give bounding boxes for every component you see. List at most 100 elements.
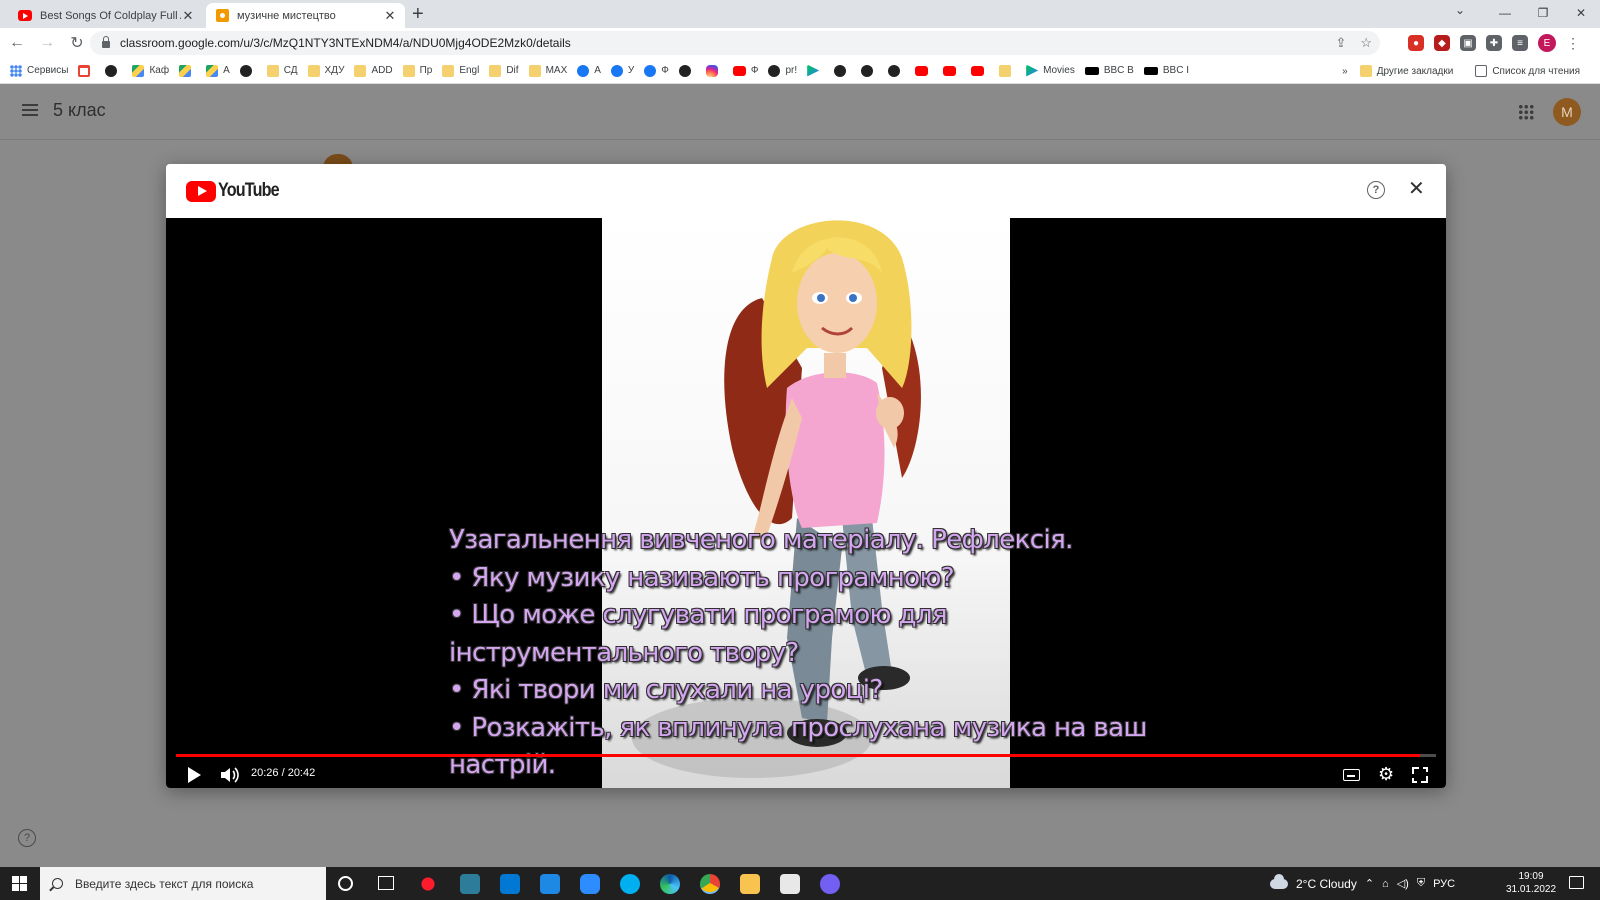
weather-text[interactable]: 2°C Cloudy xyxy=(1296,877,1357,891)
reading-list[interactable]: Список для чтения xyxy=(1475,65,1580,77)
tab-close-icon[interactable]: ✕ xyxy=(181,8,195,24)
tray-expand-icon[interactable]: ⌃ xyxy=(1365,877,1374,890)
bookmark-item[interactable]: Каф xyxy=(132,64,169,77)
volume-icon[interactable] xyxy=(220,766,240,784)
google-apps-icon[interactable] xyxy=(1518,104,1534,120)
app-icon[interactable] xyxy=(780,874,800,894)
bookmark-item[interactable]: Сервисы xyxy=(10,64,68,77)
language-indicator[interactable]: РУС xyxy=(1433,878,1455,890)
media-control-icon[interactable]: ≡ xyxy=(1512,35,1528,51)
windows-start-icon[interactable] xyxy=(12,876,27,891)
play-button[interactable] xyxy=(188,767,201,783)
notification-icon[interactable] xyxy=(1569,876,1584,889)
app-icon[interactable] xyxy=(540,874,560,894)
bookmark-item[interactable]: MAX xyxy=(528,64,567,77)
drive-icon xyxy=(132,64,145,77)
bookmark-label: СД xyxy=(283,65,298,76)
opera-icon[interactable] xyxy=(418,874,438,894)
tab-close-icon[interactable]: ✕ xyxy=(383,8,397,24)
browser-toolbar: ← → ↻ classroom.google.com/u/3/c/MzQ1NTY… xyxy=(0,28,1600,58)
forward-button[interactable]: → xyxy=(34,30,60,56)
bookmark-item[interactable]: СД xyxy=(266,64,298,77)
bookmark-item[interactable] xyxy=(971,65,989,76)
bookmark-item[interactable]: Ф xyxy=(732,65,758,76)
video-subtitle-text: Узагальнення вивченого матеріалу. Рефлек… xyxy=(449,522,1149,785)
bookmark-item[interactable]: Пр xyxy=(402,64,432,77)
other-bookmarks[interactable]: Другие закладки xyxy=(1359,65,1453,77)
adblock-extension-icon[interactable]: ● xyxy=(1408,35,1424,51)
bookmark-item[interactable] xyxy=(943,65,961,76)
edge-icon[interactable] xyxy=(660,874,680,894)
bookmark-item[interactable] xyxy=(78,64,95,77)
chrome-icon[interactable] xyxy=(700,874,720,894)
bookmark-item[interactable]: Dif xyxy=(489,64,519,77)
zoom-icon[interactable] xyxy=(580,874,600,894)
store-icon[interactable] xyxy=(460,874,480,894)
help-icon[interactable]: ? xyxy=(18,829,36,847)
main-menu-icon[interactable] xyxy=(22,104,38,116)
bookmark-star-icon[interactable]: ☆ xyxy=(1360,35,1372,51)
restore-button[interactable]: ❐ xyxy=(1524,0,1562,26)
fullscreen-icon[interactable] xyxy=(1412,767,1428,783)
bookmark-item[interactable] xyxy=(999,64,1016,77)
lock-icon[interactable] xyxy=(102,36,110,48)
class-title[interactable]: 5 клас xyxy=(53,100,106,121)
bookmark-item[interactable] xyxy=(678,64,696,77)
taskbar-clock[interactable]: 19:09 31.01.2022 xyxy=(1500,870,1562,896)
bookmark-item[interactable]: pr! xyxy=(768,64,797,77)
share-icon[interactable]: ⇪ xyxy=(1335,35,1346,51)
bookmark-item[interactable]: Ф xyxy=(644,64,669,77)
bookmark-item[interactable] xyxy=(705,64,723,77)
tab-classroom[interactable]: музичне мистецтво ✕ xyxy=(206,3,405,28)
subtitles-icon[interactable] xyxy=(1343,769,1360,781)
account-avatar[interactable]: M xyxy=(1553,98,1581,126)
viber-icon[interactable] xyxy=(820,874,840,894)
close-window-button[interactable]: ✕ xyxy=(1562,0,1600,26)
bookmark-item[interactable]: A xyxy=(206,64,230,77)
settings-gear-icon[interactable]: ⚙ xyxy=(1378,764,1394,785)
bookmark-item[interactable] xyxy=(861,64,878,77)
bookmark-item[interactable]: У xyxy=(610,64,634,77)
video-progress-bar[interactable] xyxy=(176,754,1436,757)
help-icon[interactable]: ? xyxy=(1367,181,1385,199)
bookmark-item[interactable]: Movies xyxy=(1026,64,1075,77)
bookmark-item[interactable]: ADD xyxy=(354,64,393,77)
bookmark-item[interactable]: BBC B xyxy=(1084,65,1134,76)
bookmark-item[interactable] xyxy=(807,64,824,77)
new-tab-button[interactable]: + xyxy=(412,2,424,26)
volume-icon[interactable]: ◁) xyxy=(1397,877,1409,890)
task-view-icon[interactable] xyxy=(378,876,394,890)
bookmark-item[interactable] xyxy=(179,64,196,77)
address-bar[interactable]: classroom.google.com/u/3/c/MzQ1NTY3NTExN… xyxy=(90,31,1380,55)
tab-search-icon[interactable]: ⌄ xyxy=(1455,3,1465,17)
bookmark-item[interactable] xyxy=(834,64,851,77)
extension-icon[interactable]: ▣ xyxy=(1460,35,1476,51)
network-icon[interactable]: ⌂ xyxy=(1382,878,1389,890)
bookmark-item[interactable] xyxy=(239,64,257,77)
tab-coldplay[interactable]: Best Songs Of Coldplay Full Album ✕ xyxy=(8,3,203,28)
bookmarks-overflow-icon[interactable]: » xyxy=(1342,66,1348,77)
minimize-button[interactable]: — xyxy=(1486,0,1524,26)
back-button[interactable]: ← xyxy=(4,30,30,56)
shield-icon[interactable]: ⛨ xyxy=(1417,877,1425,890)
bookmark-item[interactable]: Engl xyxy=(442,64,479,77)
skype-icon[interactable] xyxy=(620,874,640,894)
browser-menu-icon[interactable]: ⋮ xyxy=(1566,35,1580,52)
bookmark-item[interactable] xyxy=(105,64,122,77)
video-player[interactable]: Узагальнення вивченого матеріалу. Рефлек… xyxy=(166,218,1446,788)
file-explorer-icon[interactable] xyxy=(740,874,760,894)
taskbar-search-input[interactable]: Введите здесь текст для поиска xyxy=(40,867,326,900)
reload-button[interactable]: ↻ xyxy=(64,30,90,56)
bookmark-item[interactable]: BBC I xyxy=(1143,65,1189,76)
shield-extension-icon[interactable]: ◆ xyxy=(1434,35,1450,51)
puzzle-icon[interactable]: ✚ xyxy=(1486,35,1502,51)
close-dialog-button[interactable]: ✕ xyxy=(1408,177,1425,201)
bookmark-item[interactable] xyxy=(888,64,905,77)
bookmark-item[interactable] xyxy=(915,65,933,76)
cortana-icon[interactable] xyxy=(338,876,353,891)
profile-avatar[interactable]: E xyxy=(1538,34,1556,52)
bookmark-item[interactable]: ХДУ xyxy=(307,64,344,77)
mail-icon[interactable] xyxy=(500,874,520,894)
url-text[interactable]: classroom.google.com/u/3/c/MzQ1NTY3NTExN… xyxy=(120,36,571,50)
bookmark-item[interactable]: A xyxy=(577,64,601,77)
